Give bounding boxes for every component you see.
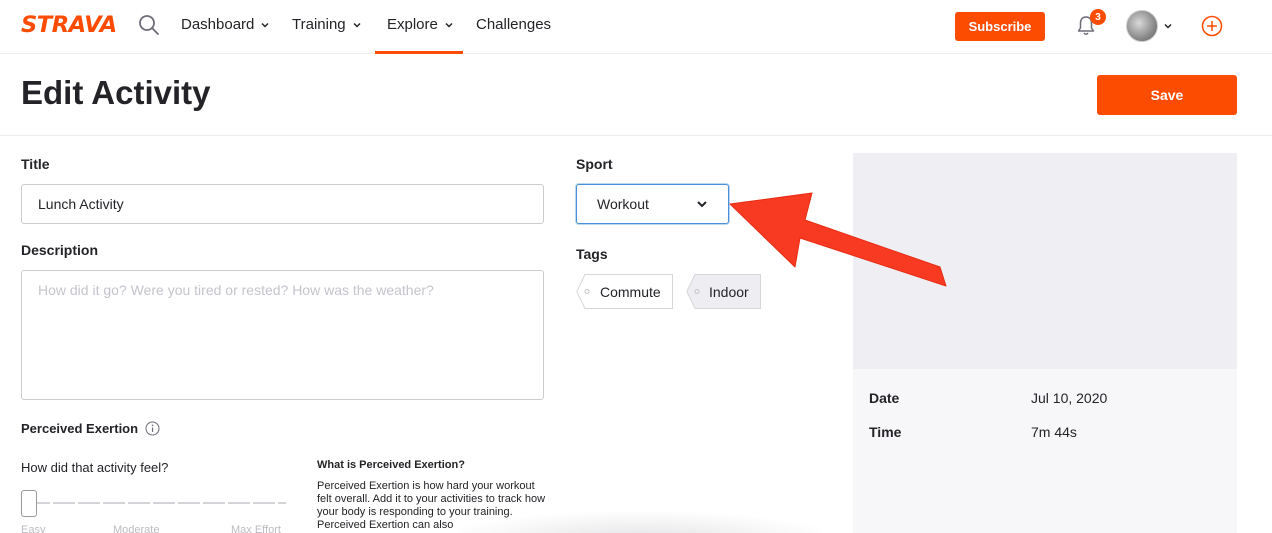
time-label: Time [869,424,902,440]
scale-moderate-label: Moderate [113,524,160,533]
nav-active-indicator [375,51,463,54]
chevron-down-icon [697,201,707,208]
nav-training[interactable]: Training [292,16,362,33]
chevron-down-icon [445,22,453,28]
chevron-down-icon [353,22,361,28]
title-input[interactable]: Lunch Activity [21,184,544,224]
tags-label: Tags [576,246,608,262]
nav-training-label: Training [292,16,346,33]
nav-explore[interactable]: Explore [387,16,454,33]
avatar[interactable] [1126,10,1158,42]
nav-dashboard-label: Dashboard [181,16,255,33]
tag-commute-label: Commute [600,283,661,300]
pe-info-title: What is Perceived Exertion? [317,459,465,471]
sport-label: Sport [576,156,613,172]
sport-select-value: Workout [597,196,649,212]
info-icon[interactable] [145,421,160,436]
chevron-down-icon[interactable] [1163,21,1173,31]
feel-question: How did that activity feel? [21,460,169,475]
time-value: 7m 44s [1031,424,1077,440]
save-button[interactable]: Save [1097,75,1237,115]
header-divider [0,135,1272,136]
search-icon[interactable] [138,14,160,36]
scale-easy-label: Easy [21,524,46,533]
perceived-exertion-label: Perceived Exertion [21,421,139,436]
tag-indoor[interactable]: Indoor [686,274,761,309]
tag-commute[interactable]: Commute [576,274,673,309]
subscribe-button[interactable]: Subscribe [955,12,1045,41]
exertion-slider-track[interactable] [28,502,286,504]
scale-max-label: Max Effort [231,524,281,533]
map-placeholder [853,153,1237,369]
nav-explore-label: Explore [387,16,438,33]
nav-dashboard[interactable]: Dashboard [181,16,270,33]
notification-badge: 3 [1090,9,1106,25]
page-title: Edit Activity [21,74,211,111]
description-label: Description [21,242,99,258]
strava-logo[interactable]: STRAVA [21,13,117,38]
scroll-shadow [440,510,840,533]
plus-circle-icon[interactable] [1201,15,1223,37]
description-textarea[interactable]: How did it go? Were you tired or rested?… [21,270,544,400]
date-value: Jul 10, 2020 [1031,390,1108,406]
date-label: Date [869,390,900,406]
sport-select[interactable]: Workout [576,184,729,224]
exertion-slider-thumb[interactable] [21,490,37,517]
chevron-down-icon [261,22,269,28]
tag-indoor-label: Indoor [709,283,749,300]
nav-challenges[interactable]: Challenges [476,16,551,33]
top-nav: STRAVA Dashboard Training Explore Challe… [0,0,1272,54]
nav-challenges-label: Challenges [476,16,552,33]
title-label: Title [21,156,50,172]
